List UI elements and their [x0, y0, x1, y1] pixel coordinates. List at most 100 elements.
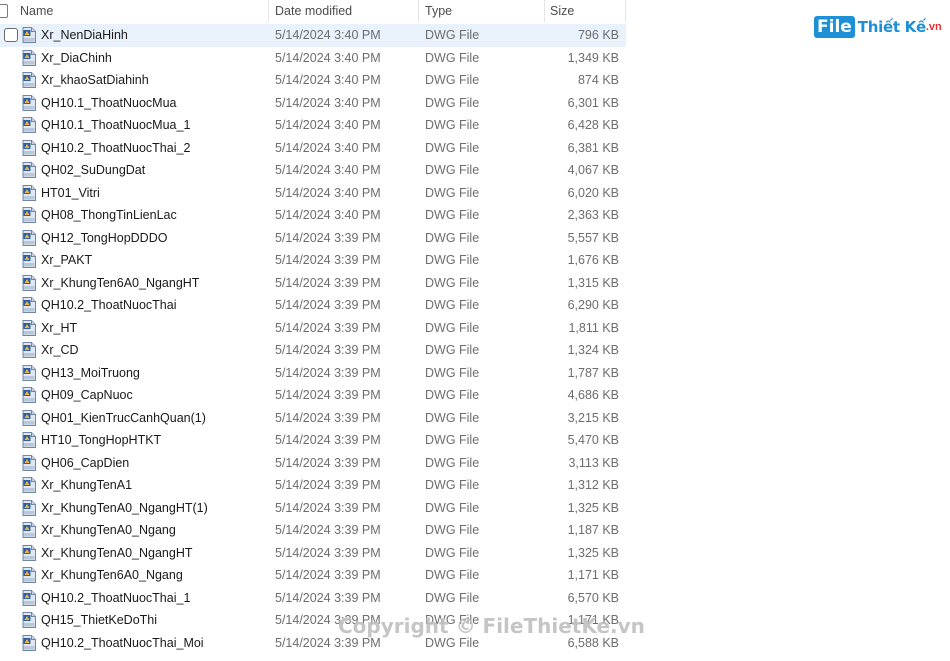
- file-name[interactable]: QH01_KienTrucCanhQuan(1): [41, 407, 206, 430]
- file-size: 6,570 KB: [567, 590, 619, 605]
- file-row[interactable]: QH10.1_ThoatNuocMua 5/14/2024 3:40 PM DWG …: [0, 92, 626, 115]
- file-row[interactable]: QH10.1_ThoatNuocMua_1 5/14/2024 3:40 PM DW…: [0, 114, 626, 137]
- column-header-name[interactable]: Name: [20, 0, 53, 22]
- file-type: DWG File: [425, 208, 480, 222]
- file-size: 6,020 KB: [567, 185, 619, 200]
- select-all-checkbox[interactable]: [0, 4, 8, 18]
- file-row[interactable]: Xr_KhungTenA0_Ngang 5/14/2024 3:39 PM DWG …: [0, 519, 626, 542]
- file-name[interactable]: HT10_TongHopHTKT: [41, 429, 161, 452]
- file-row[interactable]: QH10.2_ThoatNuocThai_1 5/14/2024 3:39 PM D…: [0, 587, 626, 610]
- file-name[interactable]: HT01_Vitri: [41, 182, 100, 205]
- file-name[interactable]: QH08_ThongTinLienLac: [41, 204, 177, 227]
- file-row[interactable]: QH01_KienTrucCanhQuan(1) 5/14/2024 3:39 P…: [0, 407, 626, 430]
- file-name[interactable]: Xr_KhungTenA0_NgangHT: [41, 542, 193, 565]
- file-date-modified: 5/14/2024 3:39 PM: [275, 433, 381, 447]
- dwg-file-icon: [22, 522, 36, 538]
- column-header-size[interactable]: Size: [550, 0, 574, 22]
- dwg-file-icon: [22, 319, 36, 336]
- column-divider[interactable]: [625, 0, 626, 22]
- file-type: DWG File: [425, 95, 480, 110]
- file-row[interactable]: HT01_Vitri 5/14/2024 3:40 PM DWG File 6,020…: [0, 182, 626, 205]
- file-size: 874 KB: [577, 73, 619, 87]
- dwg-file-icon: [22, 162, 36, 178]
- file-type: DWG File: [425, 253, 480, 267]
- file-type: DWG File: [425, 28, 480, 42]
- file-name[interactable]: QH10.2_ThoatNuocThai_1: [41, 587, 190, 610]
- file-size: 4,067 KB: [567, 163, 619, 177]
- file-date-modified: 5/14/2024 3:40 PM: [275, 50, 381, 65]
- file-row[interactable]: Xr_KhungTenA0_NgangHT 5/14/2024 3:39 PM DW…: [0, 542, 626, 565]
- file-name[interactable]: Xr_CD: [41, 339, 79, 362]
- file-size: 2,363 KB: [567, 208, 619, 222]
- file-date-modified: 5/14/2024 3:40 PM: [275, 95, 381, 110]
- file-row[interactable]: Xr_KhungTen6A0_NgangHT 5/14/2024 3:39 PM D…: [0, 272, 626, 295]
- file-name[interactable]: Xr_PAKT: [41, 249, 92, 272]
- file-row[interactable]: QH06_CapDien 5/14/2024 3:39 PM DWG File 3,1…: [0, 452, 626, 475]
- file-row[interactable]: Xr_PAKT 5/14/2024 3:39 PM DWG File 1,676 KB: [0, 249, 626, 272]
- file-row[interactable]: QH10.2_ThoatNuocThai_2 5/14/2024 3:40 PM D…: [0, 137, 626, 160]
- file-name[interactable]: QH10.2_ThoatNuocThai_2: [41, 137, 190, 160]
- column-header-type[interactable]: Type: [425, 0, 452, 22]
- dwg-file-icon: [22, 207, 36, 223]
- dwg-file-icon: [22, 409, 36, 426]
- file-name[interactable]: QH10.2_ThoatNuocThai_Moi: [41, 632, 204, 655]
- file-name[interactable]: Xr_KhungTenA0_NgangHT(1): [41, 497, 208, 520]
- file-row[interactable]: QH10.2_ThoatNuocThai 5/14/2024 3:39 PM DWG…: [0, 294, 626, 317]
- file-row[interactable]: QH08_ThongTinLienLac 5/14/2024 3:40 PM DWG…: [0, 204, 626, 227]
- file-name[interactable]: QH15_ThietKeDoThi: [41, 609, 157, 632]
- file-type: DWG File: [425, 185, 480, 200]
- file-row[interactable]: Xr_khaoSatDiahinh 5/14/2024 3:40 PM DWG Fi…: [0, 69, 626, 92]
- file-name[interactable]: Xr_DiaChinh: [41, 47, 112, 70]
- file-date-modified: 5/14/2024 3:39 PM: [275, 523, 381, 537]
- file-row[interactable]: Xr_DiaChinh 5/14/2024 3:40 PM DWG File 1,34…: [0, 47, 626, 70]
- file-row[interactable]: Xr_NenDiaHinh 5/14/2024 3:40 PM DWG File 79…: [0, 24, 626, 47]
- file-date-modified: 5/14/2024 3:39 PM: [275, 298, 381, 312]
- file-name[interactable]: Xr_HT: [41, 317, 77, 340]
- file-date-modified: 5/14/2024 3:40 PM: [275, 163, 381, 177]
- file-type: DWG File: [425, 500, 480, 515]
- file-row[interactable]: QH09_CapNuoc 5/14/2024 3:39 PM DWG File 4,6…: [0, 384, 626, 407]
- file-row[interactable]: HT10_TongHopHTKT 5/14/2024 3:39 PM DWG Fil…: [0, 429, 626, 452]
- file-name[interactable]: QH10.2_ThoatNuocThai: [41, 294, 177, 317]
- file-type: DWG File: [425, 140, 480, 155]
- file-name[interactable]: QH10.1_ThoatNuocMua_1: [41, 114, 190, 137]
- file-name[interactable]: Xr_KhungTenA1: [41, 474, 132, 497]
- file-row[interactable]: Xr_CD 5/14/2024 3:39 PM DWG File 1,324 KB: [0, 339, 626, 362]
- file-date-modified: 5/14/2024 3:40 PM: [275, 118, 381, 132]
- file-row[interactable]: Xr_KhungTenA1 5/14/2024 3:39 PM DWG File 1,…: [0, 474, 626, 497]
- file-size: 5,557 KB: [567, 230, 619, 245]
- site-logo: File Thiết Kế .vn: [814, 14, 942, 40]
- dwg-file-icon: [22, 432, 36, 448]
- file-row[interactable]: QH12_TongHopDDDO 5/14/2024 3:39 PM DWG Fil…: [0, 227, 626, 250]
- dwg-file-icon: [22, 342, 36, 358]
- file-row[interactable]: Xr_KhungTenA0_NgangHT(1) 5/14/2024 3:39 P…: [0, 497, 626, 520]
- file-size: 6,428 KB: [567, 118, 619, 132]
- file-name[interactable]: Xr_khaoSatDiahinh: [41, 69, 149, 92]
- file-name[interactable]: QH12_TongHopDDDO: [41, 227, 167, 250]
- file-type: DWG File: [425, 433, 480, 447]
- file-row[interactable]: Xr_KhungTen6A0_Ngang 5/14/2024 3:39 PM DWG…: [0, 564, 626, 587]
- column-divider[interactable]: [268, 0, 269, 22]
- file-size: 1,787 KB: [567, 365, 619, 380]
- file-list: Xr_NenDiaHinh 5/14/2024 3:40 PM DWG File 79…: [0, 24, 626, 654]
- file-name[interactable]: Xr_KhungTenA0_Ngang: [41, 519, 176, 542]
- file-name[interactable]: QH02_SuDungDat: [41, 159, 145, 182]
- file-type: DWG File: [425, 410, 480, 425]
- column-divider[interactable]: [544, 0, 545, 22]
- file-row[interactable]: Xr_HT 5/14/2024 3:39 PM DWG File 1,811 KB: [0, 317, 626, 340]
- file-date-modified: 5/14/2024 3:39 PM: [275, 455, 381, 470]
- column-header-date[interactable]: Date modified: [275, 0, 352, 22]
- file-name[interactable]: QH09_CapNuoc: [41, 384, 133, 407]
- file-name[interactable]: QH13_MoiTruong: [41, 362, 140, 385]
- file-name[interactable]: QH10.1_ThoatNuocMua: [41, 92, 177, 115]
- file-name[interactable]: QH06_CapDien: [41, 452, 129, 475]
- file-name[interactable]: Xr_KhungTen6A0_Ngang: [41, 564, 183, 587]
- file-date-modified: 5/14/2024 3:40 PM: [275, 140, 381, 155]
- file-date-modified: 5/14/2024 3:39 PM: [275, 275, 381, 290]
- file-name[interactable]: Xr_KhungTen6A0_NgangHT: [41, 272, 199, 295]
- file-row[interactable]: QH02_SuDungDat 5/14/2024 3:40 PM DWG File 4…: [0, 159, 626, 182]
- file-row[interactable]: QH13_MoiTruong 5/14/2024 3:39 PM DWG File 1…: [0, 362, 626, 385]
- column-divider[interactable]: [418, 0, 419, 22]
- file-name[interactable]: Xr_NenDiaHinh: [41, 24, 128, 47]
- row-checkbox[interactable]: [4, 28, 18, 42]
